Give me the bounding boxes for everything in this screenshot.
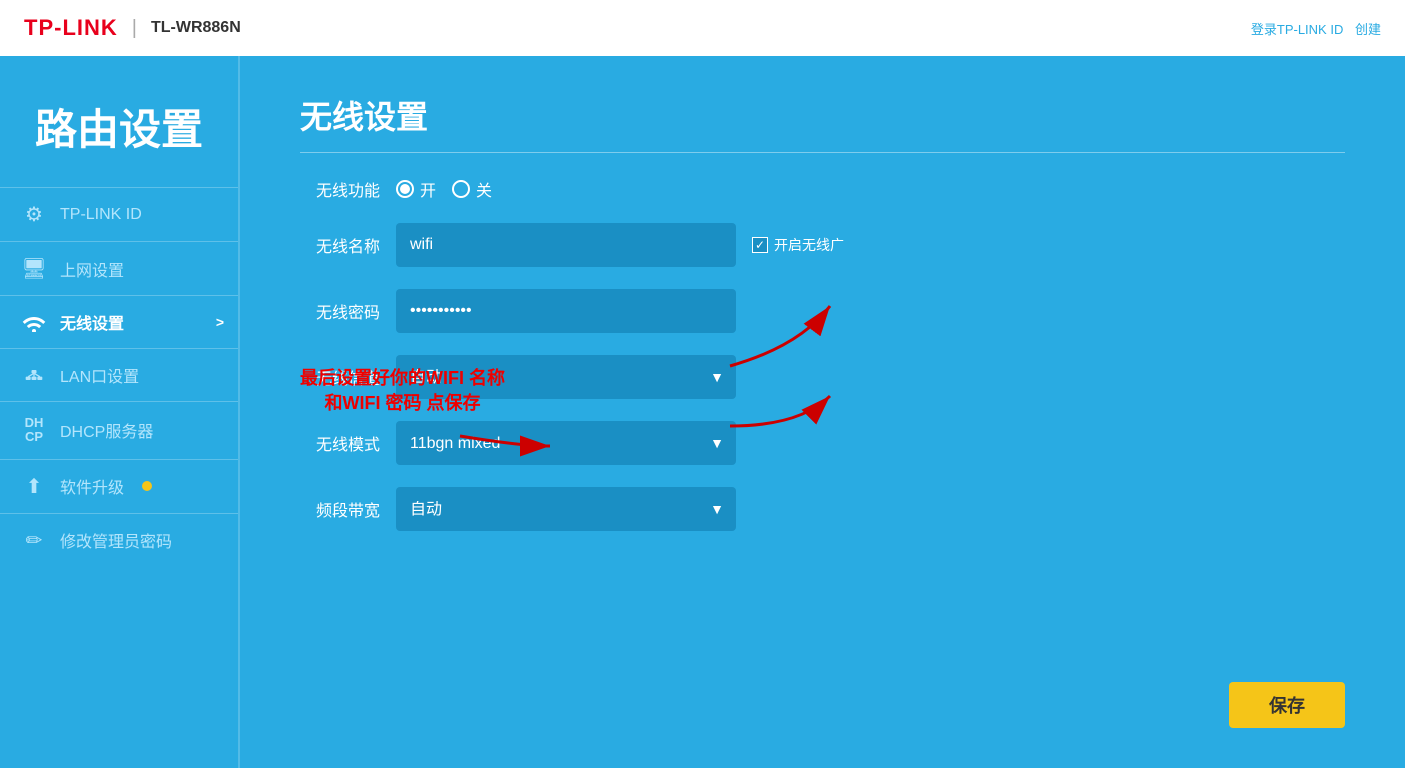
sidebar-label-password: 修改管理员密码 <box>60 528 172 552</box>
sidebar-label-internet: 上网设置 <box>60 257 124 281</box>
sidebar-item-wireless[interactable]: 无线设置 > <box>0 295 238 348</box>
radio-on[interactable]: 开 <box>396 177 436 201</box>
edit-icon: ✏ <box>20 528 48 553</box>
sidebar-item-lan[interactable]: LAN口设置 <box>0 348 238 401</box>
wireless-password-input[interactable] <box>396 289 736 333</box>
radio-on-label: 开 <box>420 177 436 201</box>
wireless-channel-row: 无线信道 自动 ▼ <box>300 355 1345 399</box>
brand-name: TP-LINK <box>24 15 118 41</box>
sidebar-label-upgrade: 软件升级 <box>60 474 124 498</box>
content-area: 无线设置 无线功能 开 关 无线名称 <box>240 56 1405 768</box>
upgrade-badge <box>142 481 152 491</box>
wireless-function-row: 无线功能 开 关 <box>300 177 1345 201</box>
sidebar-label-dhcp: DHCP服务器 <box>60 418 153 442</box>
page-title: 无线设置 <box>300 92 1345 153</box>
radio-off-label: 关 <box>476 177 492 201</box>
bandwidth-row: 频段带宽 自动 ▼ <box>300 487 1345 531</box>
wireless-mode-select-wrap: 11bgn mixed ▼ <box>396 421 736 465</box>
wireless-channel-label: 无线信道 <box>300 365 380 389</box>
bandwidth-label: 频段带宽 <box>300 497 380 521</box>
model-name: TL-WR886N <box>151 19 241 37</box>
dhcp-icon: DHCP <box>20 416 48 445</box>
monitor-icon: 🖥 <box>20 256 48 281</box>
wireless-name-row: 无线名称 开启无线广 <box>300 223 1345 267</box>
wireless-mode-label: 无线模式 <box>300 431 380 455</box>
header: TP-LINK | TL-WR886N 登录TP-LINK ID 创建 <box>0 0 1405 56</box>
bandwidth-select[interactable]: 自动 <box>396 487 736 531</box>
radio-off-circle <box>452 180 470 198</box>
wireless-channel-select[interactable]: 自动 <box>396 355 736 399</box>
wireless-channel-select-wrap: 自动 ▼ <box>396 355 736 399</box>
header-links: 登录TP-LINK ID 创建 <box>1243 19 1381 38</box>
save-button[interactable]: 保存 <box>1229 682 1345 728</box>
wifi-icon <box>20 312 48 332</box>
lan-icon <box>20 365 48 385</box>
sidebar-title: 路由设置 <box>0 56 238 187</box>
wireless-mode-row: 无线模式 11bgn mixed ▼ <box>300 421 1345 465</box>
radio-on-circle <box>396 180 414 198</box>
sidebar-item-dhcp[interactable]: DHCP DHCP服务器 <box>0 401 238 459</box>
wireless-name-controls: 开启无线广 <box>396 223 844 267</box>
upgrade-icon: ⬆ <box>20 474 48 499</box>
logo-divider: | <box>132 17 137 40</box>
wireless-function-label: 无线功能 <box>300 177 380 201</box>
wireless-function-radio-group: 开 关 <box>396 177 492 201</box>
enable-broadcast-label: 开启无线广 <box>752 235 844 255</box>
main-layout: 路由设置 ⚙ TP-LINK ID 🖥 上网设置 无线设置 > <box>0 56 1405 768</box>
broadcast-text: 开启无线广 <box>774 235 844 255</box>
sidebar: 路由设置 ⚙ TP-LINK ID 🖥 上网设置 无线设置 > <box>0 56 240 768</box>
wireless-password-row: 无线密码 <box>300 289 1345 333</box>
gear-icon: ⚙ <box>20 202 48 227</box>
login-link[interactable]: 登录TP-LINK ID <box>1251 22 1343 37</box>
sidebar-label-lan: LAN口设置 <box>60 363 139 387</box>
sidebar-item-upgrade[interactable]: ⬆ 软件升级 <box>0 459 238 513</box>
wireless-mode-select[interactable]: 11bgn mixed <box>396 421 736 465</box>
wireless-name-input[interactable] <box>396 223 736 267</box>
sidebar-item-tplink-id[interactable]: ⚙ TP-LINK ID <box>0 187 238 241</box>
sidebar-item-password[interactable]: ✏ 修改管理员密码 <box>0 513 238 567</box>
logo-area: TP-LINK | TL-WR886N <box>24 15 241 41</box>
wireless-password-label: 无线密码 <box>300 299 380 323</box>
wireless-form: 无线功能 开 关 无线名称 <box>300 177 1345 531</box>
chevron-right-icon: > <box>216 314 224 330</box>
sidebar-item-internet[interactable]: 🖥 上网设置 <box>0 241 238 295</box>
sidebar-label-wireless: 无线设置 <box>60 310 124 334</box>
wireless-name-label: 无线名称 <box>300 233 380 257</box>
broadcast-checkbox[interactable] <box>752 237 768 253</box>
sidebar-label-tplink-id: TP-LINK ID <box>60 206 142 224</box>
register-link[interactable]: 创建 <box>1355 22 1381 37</box>
bandwidth-select-wrap: 自动 ▼ <box>396 487 736 531</box>
radio-off[interactable]: 关 <box>452 177 492 201</box>
